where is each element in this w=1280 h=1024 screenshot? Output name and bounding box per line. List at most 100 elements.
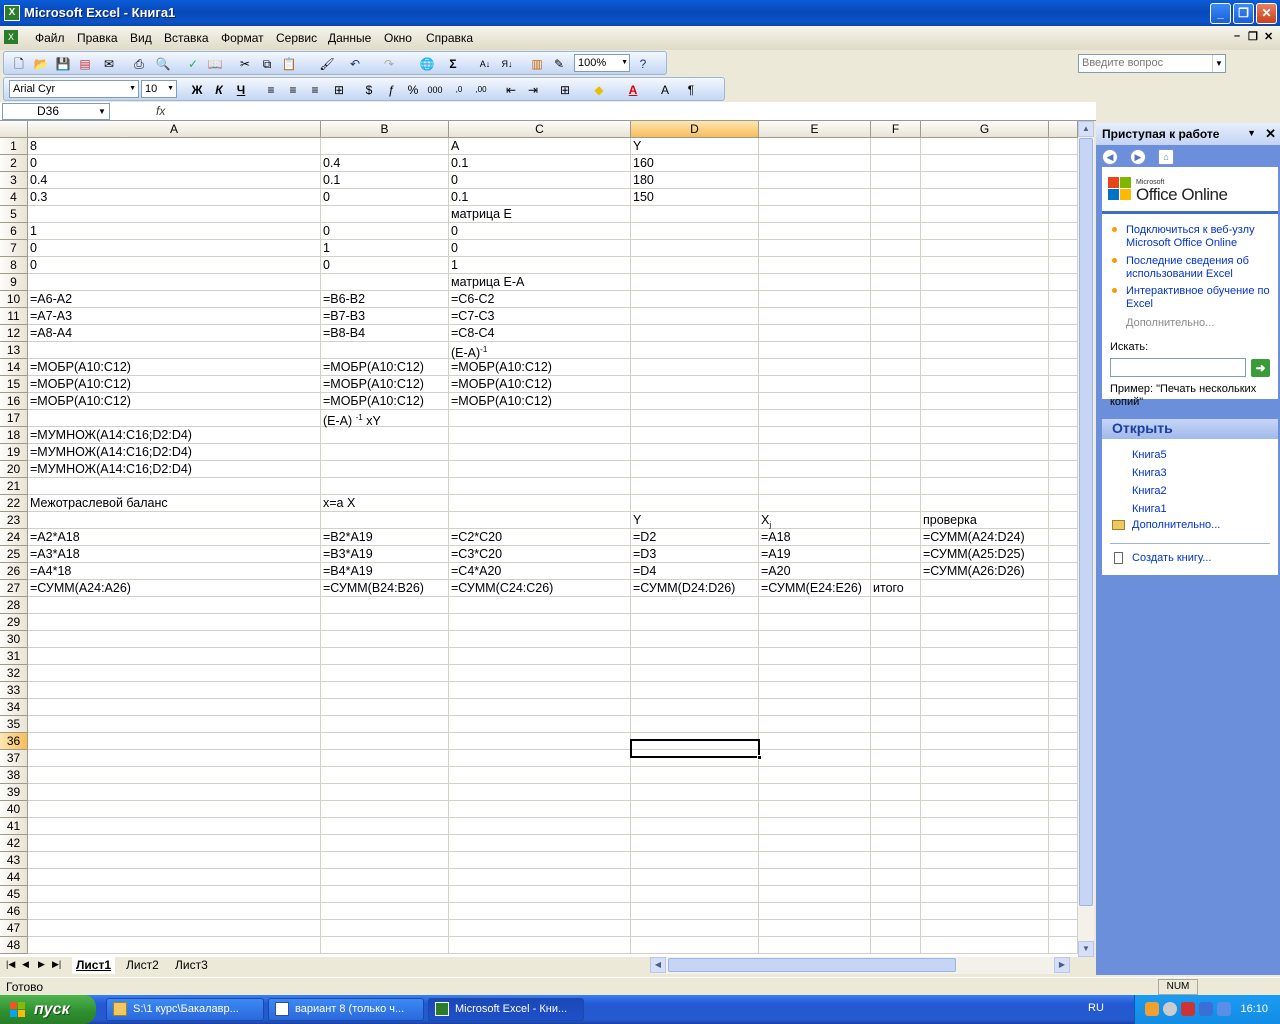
row-header[interactable]: 39 [0, 784, 28, 801]
cell-D23[interactable]: Y [631, 512, 759, 529]
cell-partial[interactable] [1049, 427, 1078, 444]
menu-format[interactable]: Формат [221, 31, 264, 45]
cell-C45[interactable] [449, 886, 631, 903]
link-training[interactable]: Интерактивное обучение по Excel [1126, 285, 1272, 311]
cell-D14[interactable] [631, 359, 759, 376]
cell-E13[interactable] [759, 342, 871, 359]
cell-A26[interactable]: =A4*18 [28, 563, 321, 580]
cell-partial[interactable] [1049, 614, 1078, 631]
cell-E44[interactable] [759, 869, 871, 886]
cell-F45[interactable] [871, 886, 921, 903]
cell-B43[interactable] [321, 852, 449, 869]
cell-E2[interactable] [759, 155, 871, 172]
cell-C6[interactable]: 0 [449, 223, 631, 240]
cell-E36[interactable] [759, 733, 871, 750]
cell-G11[interactable] [921, 308, 1049, 325]
back-icon[interactable]: ◀ [1102, 149, 1118, 165]
underline-button[interactable]: Ч [232, 81, 250, 99]
row-header[interactable]: 41 [0, 818, 28, 835]
cell-F30[interactable] [871, 631, 921, 648]
cell-F11[interactable] [871, 308, 921, 325]
cell-partial[interactable] [1049, 886, 1078, 903]
cell-E46[interactable] [759, 903, 871, 920]
cell-partial[interactable] [1049, 257, 1078, 274]
scroll-up-icon[interactable]: ▲ [1078, 121, 1094, 137]
cell-D6[interactable] [631, 223, 759, 240]
cell-G42[interactable] [921, 835, 1049, 852]
cell-B23[interactable] [321, 512, 449, 529]
cell-A23[interactable] [28, 512, 321, 529]
align-center-icon[interactable]: ≡ [284, 81, 302, 99]
cell-F8[interactable] [871, 257, 921, 274]
cell-G25[interactable]: =СУММ(A25:D25) [921, 546, 1049, 563]
menu-edit[interactable]: Правка [77, 31, 118, 45]
cell-F48[interactable] [871, 937, 921, 954]
autosum-icon[interactable]: Σ [444, 55, 462, 73]
cell-D31[interactable] [631, 648, 759, 665]
cell-E1[interactable] [759, 138, 871, 155]
cell-C48[interactable] [449, 937, 631, 954]
cell-B46[interactable] [321, 903, 449, 920]
cell-G48[interactable] [921, 937, 1049, 954]
cell-partial[interactable] [1049, 512, 1078, 529]
cell-A11[interactable]: =A7-A3 [28, 308, 321, 325]
cell-C25[interactable]: =C3*C20 [449, 546, 631, 563]
cell-B14[interactable]: =МОБР(A10:C12) [321, 359, 449, 376]
cell-D1[interactable]: Y [631, 138, 759, 155]
cell-D10[interactable] [631, 291, 759, 308]
cell-G10[interactable] [921, 291, 1049, 308]
cell-D41[interactable] [631, 818, 759, 835]
cell-F17[interactable] [871, 410, 921, 427]
cell-B12[interactable]: =B8-B4 [321, 325, 449, 342]
row-header[interactable]: 5 [0, 206, 28, 223]
cell-E21[interactable] [759, 478, 871, 495]
horizontal-scroll-thumb[interactable] [668, 958, 956, 972]
cell-C46[interactable] [449, 903, 631, 920]
cell-A5[interactable] [28, 206, 321, 223]
cell-B39[interactable] [321, 784, 449, 801]
recent-file[interactable]: Книга5 [1132, 449, 1167, 461]
cell-D34[interactable] [631, 699, 759, 716]
cell-G43[interactable] [921, 852, 1049, 869]
cell-G45[interactable] [921, 886, 1049, 903]
cell-partial[interactable] [1049, 189, 1078, 206]
cell-G13[interactable] [921, 342, 1049, 359]
cell-A27[interactable]: =СУММ(A24:A26) [28, 580, 321, 597]
row-header[interactable]: 35 [0, 716, 28, 733]
cell-B2[interactable]: 0.4 [321, 155, 449, 172]
cell-G31[interactable] [921, 648, 1049, 665]
row-header[interactable]: 34 [0, 699, 28, 716]
cell-C38[interactable] [449, 767, 631, 784]
cell-C29[interactable] [449, 614, 631, 631]
cell-D40[interactable] [631, 801, 759, 818]
cell-G4[interactable] [921, 189, 1049, 206]
cell-B4[interactable]: 0 [321, 189, 449, 206]
cell-E34[interactable] [759, 699, 871, 716]
row-header[interactable]: 46 [0, 903, 28, 920]
paragraph-direction-icon[interactable]: ¶ [682, 81, 700, 99]
volume-icon[interactable] [1145, 1002, 1159, 1016]
cell-C33[interactable] [449, 682, 631, 699]
cell-D5[interactable] [631, 206, 759, 223]
cell-G20[interactable] [921, 461, 1049, 478]
help-icon[interactable]: ? [634, 55, 652, 73]
cell-B10[interactable]: =B6-B2 [321, 291, 449, 308]
cell-A29[interactable] [28, 614, 321, 631]
insert-function-icon[interactable]: fx [156, 104, 165, 118]
cell-E9[interactable] [759, 274, 871, 291]
cell-C21[interactable] [449, 478, 631, 495]
paste-icon[interactable]: 📋 [280, 55, 298, 73]
cell-C23[interactable] [449, 512, 631, 529]
column-header-G[interactable]: G [921, 121, 1049, 138]
cell-A9[interactable] [28, 274, 321, 291]
currency-icon[interactable]: $ [360, 81, 378, 99]
cell-partial[interactable] [1049, 461, 1078, 478]
cell-A38[interactable] [28, 767, 321, 784]
close-button[interactable]: ✕ [1256, 3, 1277, 24]
cell-D43[interactable] [631, 852, 759, 869]
cell-partial[interactable] [1049, 342, 1078, 359]
zoom-select[interactable]: 100% ▼ [574, 54, 630, 72]
language-indicator[interactable]: RU [1088, 1002, 1104, 1014]
cell-D9[interactable] [631, 274, 759, 291]
undo-icon[interactable]: ↶ [346, 55, 364, 73]
